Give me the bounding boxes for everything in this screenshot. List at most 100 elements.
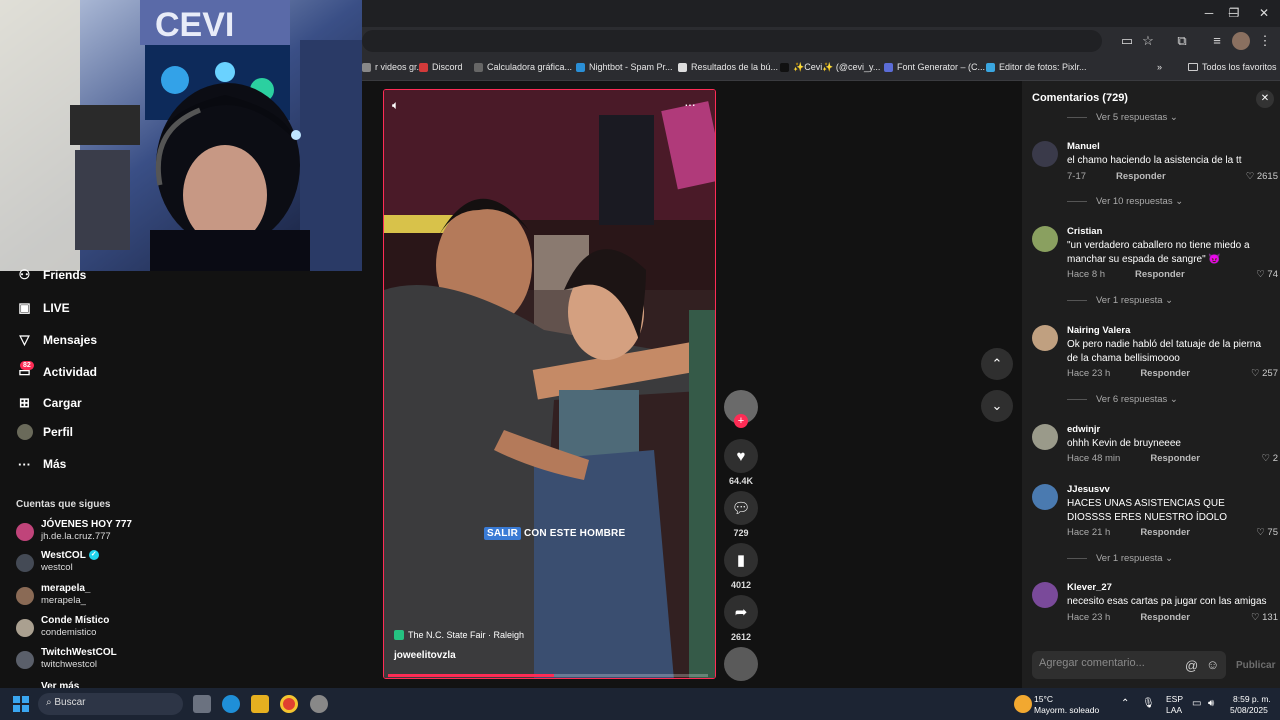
post-comment-button[interactable]: Publicar	[1236, 660, 1275, 671]
following-account[interactable]: JÓVENES HOY 777 jh.de.la.cruz.777	[16, 519, 316, 549]
view-replies[interactable]: Ver 1 respuesta ⌄	[1067, 295, 1173, 306]
video-username[interactable]: joweelitovzla	[394, 650, 456, 661]
video-location[interactable]: The N.C. State Fair · Raleigh	[394, 630, 524, 640]
bookmarks-overflow-icon[interactable]: »	[1157, 60, 1162, 74]
reply-button[interactable]: Responder	[1140, 368, 1190, 379]
close-window-button[interactable]: ✕	[1253, 5, 1275, 21]
comment-username[interactable]: JJesusvv	[1067, 484, 1110, 495]
media-control-icon[interactable]: ≡	[1208, 32, 1226, 50]
comment-time: 7-17	[1067, 171, 1087, 182]
avatar	[16, 587, 34, 605]
reply-button[interactable]: Responder	[1116, 171, 1166, 182]
weather-icon[interactable]	[1014, 695, 1032, 713]
reply-button[interactable]: Responder	[1135, 269, 1185, 280]
account-handle: twitchwestcol	[41, 659, 97, 670]
chevron-up-icon: ⌃	[991, 356, 1003, 371]
share-button[interactable]: ➦	[724, 595, 758, 629]
comment-like-button[interactable]: ♡ 74	[1256, 269, 1278, 280]
profile-avatar[interactable]	[1232, 32, 1250, 50]
comment-like-button[interactable]: ♡ 2	[1262, 453, 1278, 464]
bookmark-item[interactable]: r videos gr...	[362, 60, 424, 74]
comment-button[interactable]: 💬︎	[724, 491, 758, 525]
bookmark-item[interactable]: Font Generator – (C...	[884, 60, 985, 74]
avatar[interactable]	[1032, 424, 1058, 450]
windows-start-icon[interactable]	[12, 695, 30, 713]
comment-like-button[interactable]: ♡ 75	[1256, 527, 1278, 538]
view-replies[interactable]: Ver 10 respuestas ⌄	[1067, 196, 1183, 207]
volume-tray-icon[interactable]: 🔊︎	[1208, 698, 1214, 709]
reply-button[interactable]: Responder	[1150, 453, 1200, 464]
nav-more[interactable]: ··· Más	[16, 453, 66, 475]
edge-icon[interactable]	[222, 695, 240, 713]
like-button[interactable]: ♥	[724, 439, 758, 473]
bookmark-item[interactable]: Editor de fotos: Pixlr...	[986, 60, 1087, 74]
restore-button[interactable]: ❐	[1223, 5, 1245, 21]
tray-chevron-icon[interactable]: ⌃	[1121, 698, 1129, 709]
clock-time[interactable]: 8:59 p. m.	[1233, 694, 1271, 704]
sound-avatar[interactable]	[724, 647, 758, 681]
comment-username[interactable]: edwinjr	[1067, 424, 1100, 435]
comment-like-button[interactable]: ♡ 131	[1251, 612, 1278, 623]
comment-username[interactable]: Nairing Valera	[1067, 325, 1130, 336]
comment-username[interactable]: Manuel	[1067, 141, 1100, 152]
close-comments-button[interactable]: ✕	[1256, 90, 1274, 108]
comment-like-button[interactable]: ♡ 2615	[1246, 171, 1278, 182]
bookmark-item[interactable]: Resultados de la bú...	[678, 60, 778, 74]
address-bar[interactable]	[362, 30, 1102, 52]
previous-video-button[interactable]: ⌃	[981, 348, 1013, 380]
reply-button[interactable]: Responder	[1140, 612, 1190, 623]
nav-friends[interactable]: ⚇ Friends	[16, 264, 87, 286]
avatar[interactable]	[1032, 141, 1058, 167]
bookmark-item[interactable]: Nightbot - Spam Pr...	[576, 60, 673, 74]
following-account[interactable]: WestCOL ✓ westcol	[16, 550, 316, 580]
emoji-icon[interactable]: ☺	[1206, 657, 1219, 672]
minimize-button[interactable]: ─	[1198, 5, 1220, 21]
video-player[interactable]: 🔈︎ ··· SALIR CON ESTE HOMBRE The N.C. St…	[383, 89, 716, 679]
avatar[interactable]	[1032, 484, 1058, 510]
extensions-icon[interactable]: ⧉	[1173, 32, 1191, 50]
mention-icon[interactable]: @	[1185, 658, 1198, 673]
nav-upload[interactable]: ⊞ Cargar	[16, 392, 82, 414]
bookmark-favicon-icon	[576, 62, 585, 72]
avatar[interactable]	[1032, 325, 1058, 351]
lang-label[interactable]: ESP	[1166, 694, 1183, 704]
monitor-icon[interactable]: ▭	[1192, 698, 1201, 709]
bookmark-item[interactable]: ✨Cevi✨ (@cevi_y...	[780, 60, 880, 74]
volume-icon[interactable]: 🔈︎	[392, 98, 412, 116]
nav-profile[interactable]: Perfil	[16, 421, 73, 443]
comment-meta: Hace 48 min Responder	[1067, 453, 1200, 464]
bookmark-item[interactable]: Discord	[419, 60, 463, 74]
following-account[interactable]: TwitchWestCOL twitchwestcol	[16, 647, 316, 677]
following-account[interactable]: Conde Místico condemistico	[16, 615, 316, 645]
menu-icon[interactable]: ⋮	[1256, 32, 1274, 50]
view-replies[interactable]: Ver 1 respuesta ⌄	[1067, 553, 1173, 564]
bookmark-item[interactable]: Calculadora gráfica...	[474, 60, 572, 74]
video-menu-icon[interactable]: ···	[684, 96, 696, 112]
avatar[interactable]	[1032, 226, 1058, 252]
comment-username[interactable]: Cristian	[1067, 226, 1102, 237]
comment-like-button[interactable]: ♡ 257	[1251, 368, 1278, 379]
nav-messages[interactable]: ▽ Mensajes	[16, 329, 98, 351]
following-account[interactable]: merapela_ merapela_	[16, 583, 316, 613]
bookmark-star-icon[interactable]: ☆	[1139, 32, 1157, 50]
task-view-icon[interactable]	[193, 695, 211, 713]
app-icon[interactable]	[310, 695, 328, 713]
avatar[interactable]	[1032, 582, 1058, 608]
close-icon: ✕	[1260, 93, 1270, 104]
cast-icon[interactable]: ▭	[1118, 32, 1136, 50]
comment-username[interactable]: Klever_27	[1067, 582, 1112, 593]
comment-like-count: 2615	[1256, 171, 1278, 182]
view-replies[interactable]: Ver 6 respuestas ⌄	[1067, 394, 1178, 405]
reply-button[interactable]: Responder	[1140, 527, 1190, 538]
all-favorites[interactable]: Todos los favoritos	[1188, 60, 1277, 74]
file-explorer-icon[interactable]	[251, 695, 269, 713]
account-name-text: Conde Místico	[41, 615, 110, 626]
chrome-icon[interactable]	[280, 695, 298, 713]
follow-plus-icon[interactable]: +	[734, 414, 748, 428]
taskbar-search[interactable]: ⌕ Buscar	[38, 693, 183, 715]
nav-live[interactable]: ▣ LIVE	[16, 297, 69, 319]
next-video-button[interactable]: ⌄	[981, 390, 1013, 422]
microphone-icon[interactable]: 🎙︎	[1142, 698, 1155, 709]
view-replies[interactable]: Ver 5 respuestas ⌄	[1067, 112, 1178, 123]
save-button[interactable]: ▮	[724, 543, 758, 577]
